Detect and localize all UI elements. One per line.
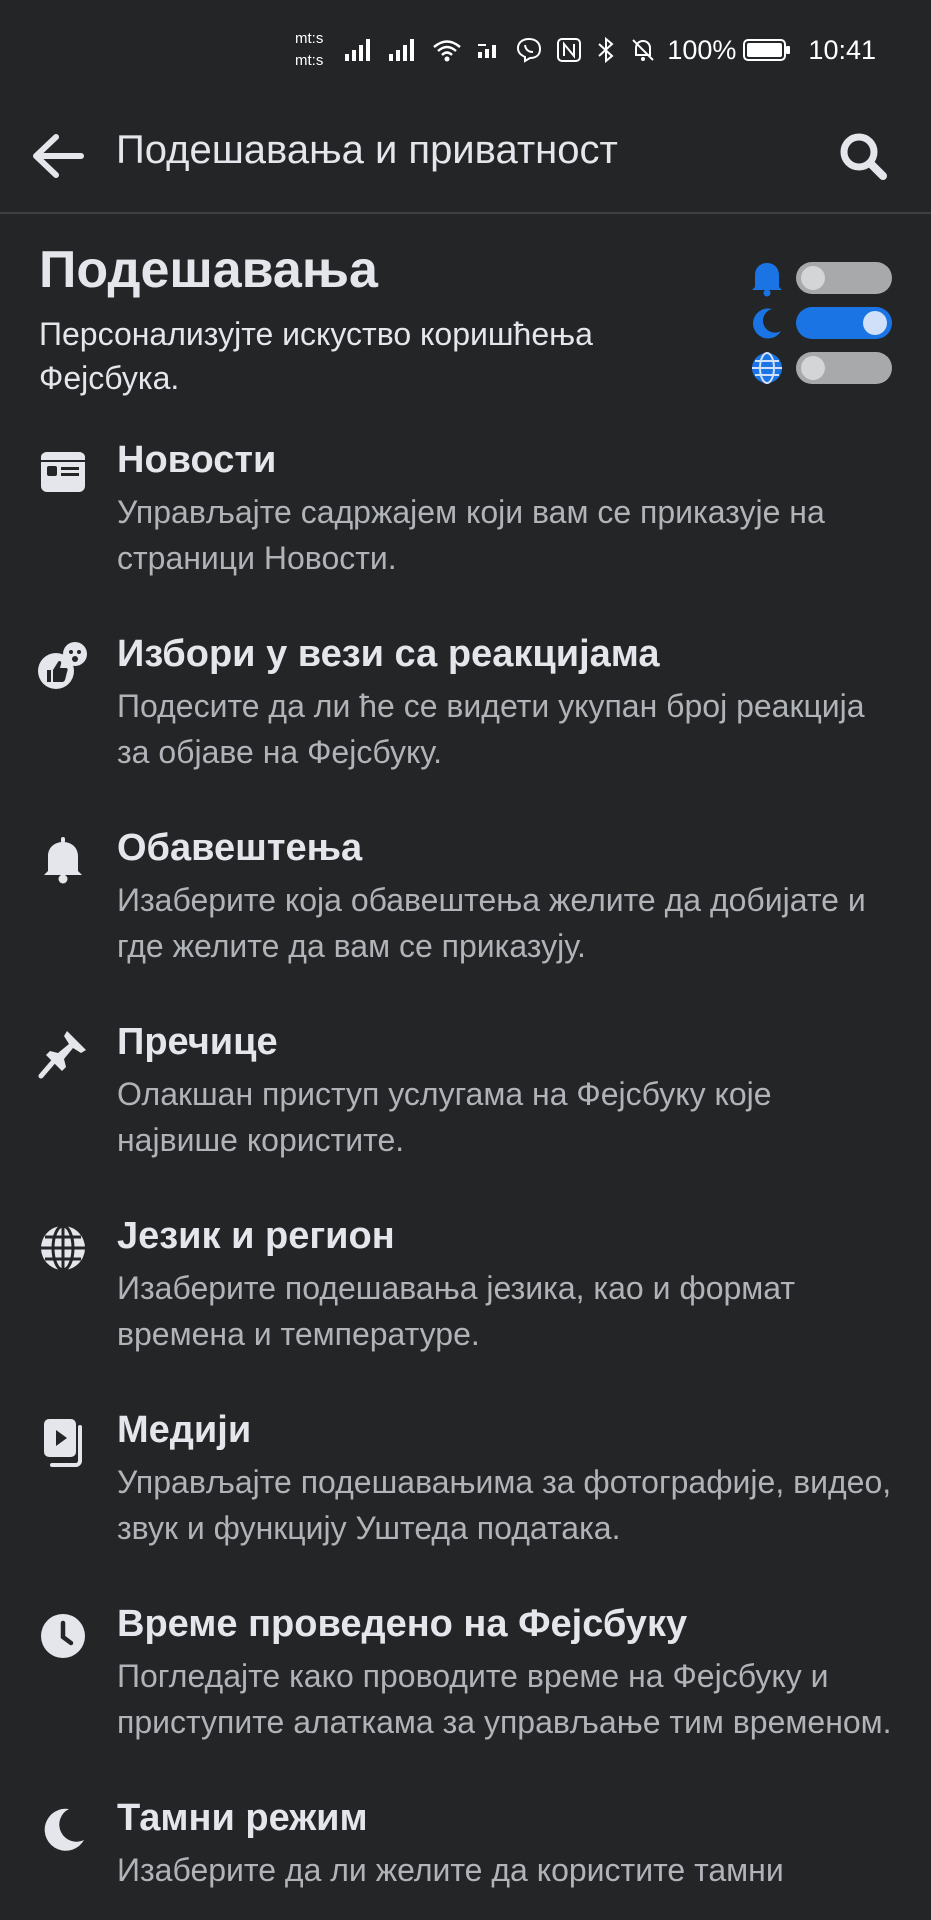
section-subtitle: Персонализујте искуство коришћења Фејсбу… [39,316,593,396]
settings-screen: mt:s mt:s 100% 10:41 Подешавања и приват… [0,0,931,1920]
settings-item-language-region[interactable]: Језик и регион Изаберите подешавања јези… [0,1211,931,1357]
bluetooth-icon [596,37,616,63]
item-title: Време проведено на Фејсбуку [117,1603,688,1645]
wifi-icon [432,38,462,62]
item-title: Новости [117,439,277,481]
item-title: Пречице [117,1021,278,1063]
moon-icon [748,304,786,342]
data-speed-icon [476,40,502,60]
bell-icon [36,833,90,887]
item-description: Управљајте подешавањима за фотографије, … [117,1464,892,1546]
search-icon [840,133,887,180]
item-description: Изаберите да ли желите да користите тамн… [117,1852,784,1888]
nfc-icon [556,37,582,63]
settings-item-dark-mode[interactable]: Тамни режим Изаберите да ли желите да ко… [0,1793,931,1893]
top-app-bar: Подешавања и приватност [0,100,931,214]
item-title: Језик и регион [117,1215,395,1257]
back-arrow-icon [33,134,84,178]
page-title: Подешавања и приватност [116,128,618,172]
moon-icon [36,1803,90,1857]
item-title: Обавештења [117,827,363,869]
item-description: Погледајте како проводите време на Фејсб… [117,1658,892,1740]
settings-item-time-on-facebook[interactable]: Време проведено на Фејсбуку Погледајте к… [0,1599,931,1745]
settings-item-notifications[interactable]: Обавештења Изаберите која обавештења жел… [0,823,931,969]
toggle-on [796,306,892,339]
status-bar: mt:s mt:s 100% 10:41 [0,0,931,100]
mute-bell-icon [630,37,656,63]
clock-time: 10:41 [808,34,876,65]
signal-icon [388,38,418,62]
globe-icon [748,349,786,387]
item-description: Изаберите која обавештења желите да доби… [117,882,866,964]
settings-item-shortcuts[interactable]: Пречице Олакшан приступ услугама на Фејс… [0,1017,931,1163]
news-feed-icon [36,445,90,499]
toggle-off [796,261,892,294]
media-icon [36,1415,90,1469]
carrier-2: mt:s [295,52,324,69]
battery-percent: 100% [667,34,737,65]
pin-icon [36,1027,90,1081]
clock-icon [36,1609,90,1663]
item-description: Управљајте садржајем који вам се приказу… [117,494,825,576]
settings-illustration [748,255,893,390]
item-title: Медији [117,1409,252,1451]
item-title: Избори у вези са реакцијама [117,633,660,675]
settings-item-reactions[interactable]: Избори у вези са реакцијама Подесите да … [0,629,931,775]
item-description: Олакшан приступ услугама на Фејсбуку кој… [117,1076,772,1158]
item-description: Подесите да ли ће се видети укупан број … [117,688,865,770]
search-button[interactable] [831,124,895,188]
reactions-icon [36,639,90,693]
carrier-1: mt:s [295,30,324,47]
toggle-off [796,351,892,384]
signal-icon [344,38,374,62]
battery-icon [743,38,791,62]
carrier-labels: mt:s mt:s [295,28,323,72]
settings-list: Новости Управљајте садржајем који вам се… [0,435,931,1920]
item-title: Тамни режим [117,1797,368,1839]
settings-item-news-feed[interactable]: Новости Управљајте садржајем који вам се… [0,435,931,581]
settings-item-media[interactable]: Медији Управљајте подешавањима за фотогр… [0,1405,931,1551]
item-description: Изаберите подешавања језика, као и форма… [117,1270,796,1352]
bell-icon [748,259,786,297]
back-button[interactable] [28,126,88,186]
viber-icon [516,37,542,63]
globe-icon [36,1221,90,1275]
